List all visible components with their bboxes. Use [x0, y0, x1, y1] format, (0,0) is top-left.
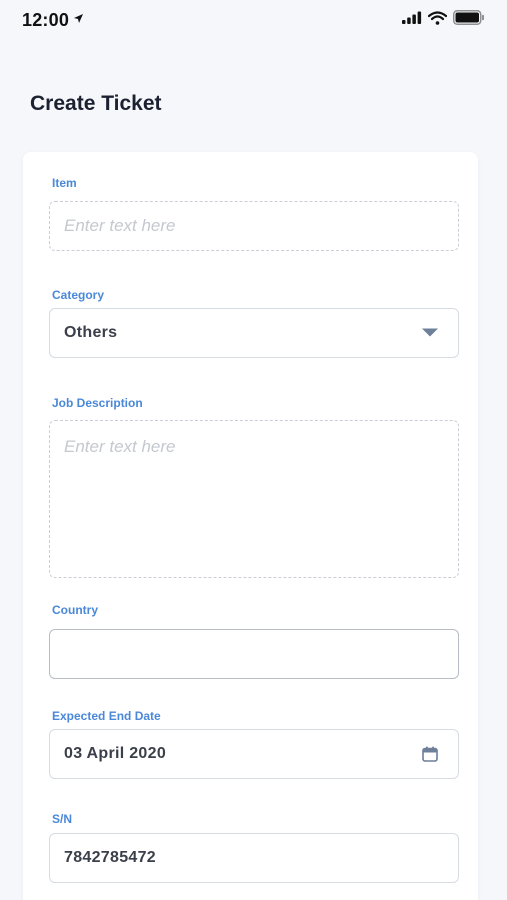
job-description-textarea[interactable]: Enter text here [49, 420, 459, 578]
item-label: Item [52, 176, 77, 190]
wifi-icon [427, 10, 448, 30]
item-input[interactable]: Enter text here [49, 201, 459, 251]
serial-number-input[interactable]: 7842785472 [49, 833, 459, 883]
status-bar: 12:00 [0, 0, 507, 40]
category-select[interactable]: Others [49, 308, 459, 358]
category-selected-value: Others [64, 324, 118, 341]
dropdown-triangle-icon [422, 328, 438, 338]
expected-end-date-label: Expected End Date [52, 709, 161, 723]
job-description-label: Job Description [52, 396, 143, 410]
item-placeholder: Enter text here [64, 216, 176, 235]
battery-icon [453, 10, 485, 30]
serial-number-label: S/N [52, 812, 73, 826]
category-label: Category [52, 288, 105, 302]
status-time-group: 12:00 [22, 10, 84, 31]
location-arrow-icon [73, 11, 84, 29]
expected-end-date-picker[interactable]: 03 April 2020 [49, 729, 459, 779]
expected-end-date-value: 03 April 2020 [64, 745, 167, 762]
cellular-signal-icon [402, 11, 422, 29]
status-icons [402, 10, 485, 30]
country-label: Country [52, 603, 98, 617]
serial-number-value: 7842785472 [64, 849, 156, 866]
status-time: 12:00 [22, 9, 70, 30]
job-description-placeholder: Enter text here [64, 437, 176, 456]
country-input[interactable] [49, 629, 459, 679]
calendar-icon[interactable] [422, 746, 438, 762]
page-title: Create Ticket [30, 92, 162, 115]
